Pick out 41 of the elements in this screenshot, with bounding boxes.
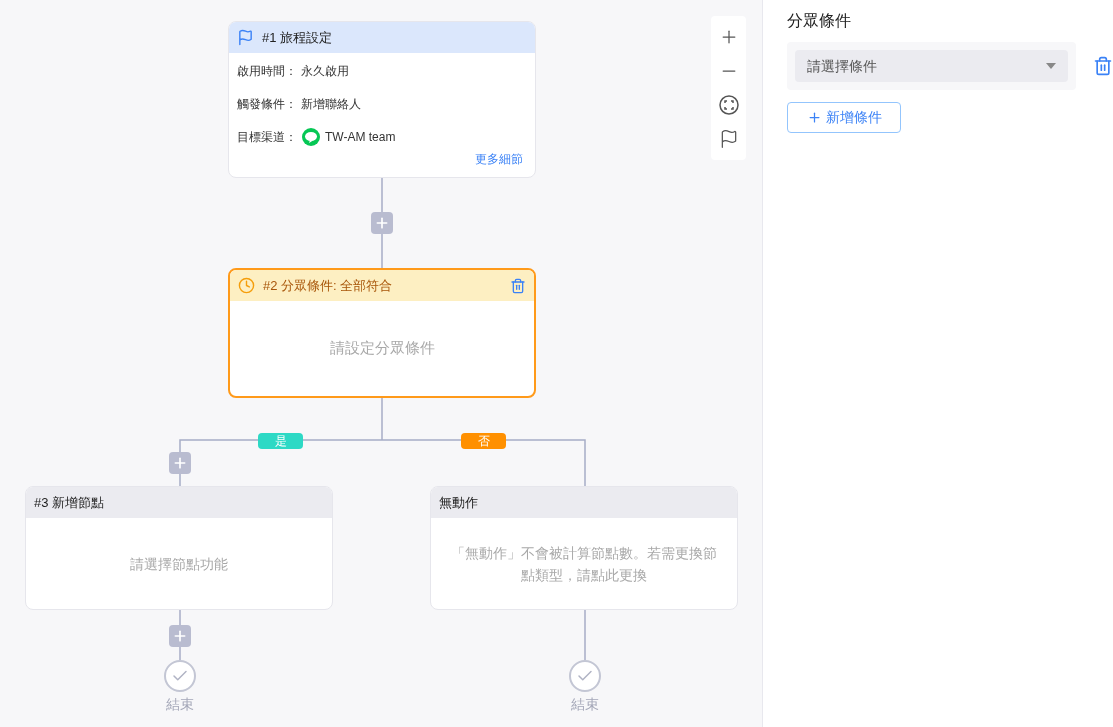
node-placeholder-text: 「無動作」不會被計算節點數。若需更換節點類型，請點此更換 — [451, 544, 717, 585]
node-placeholder-text: 請選擇節點功能 — [130, 555, 228, 574]
add-node-button[interactable] — [169, 452, 191, 474]
chat-bubble-logo-icon — [301, 126, 321, 147]
field-value: TW-AM team — [325, 128, 396, 146]
more-details-link[interactable]: 更多細節 — [475, 150, 523, 168]
field-value: 新增聯絡人 — [301, 95, 361, 113]
plus-icon — [806, 110, 822, 125]
node-title: 無動作 — [439, 493, 478, 512]
flow-node-card[interactable]: #3 新增節點 請選擇節點功能 — [25, 486, 333, 610]
node-placeholder-text: 請設定分眾條件 — [329, 337, 435, 358]
flow-node-card[interactable]: 無動作 「無動作」不會被計算節點數。若需更換節點類型，請點此更換 — [430, 486, 738, 610]
node-title: #3 新增節點 — [34, 493, 105, 512]
fit-view-icon[interactable] — [718, 95, 739, 115]
field-value: 永久啟用 — [301, 62, 349, 80]
plus-icon — [172, 455, 188, 471]
field-label: 目標渠道： — [237, 128, 297, 146]
add-condition-button[interactable]: 新增條件 — [787, 102, 901, 133]
flow-node-card[interactable]: #1 旅程設定 啟用時間： 永久啟用 觸發條件： 新增聯絡人 目標渠道： TW-AM team 更多細節 — [228, 21, 536, 178]
node-title: #1 旅程設定 — [262, 28, 333, 47]
flow-node-card[interactable]: #2 分眾條件: 全部符合 請設定分眾條件 — [228, 268, 536, 398]
plus-icon — [172, 628, 188, 644]
field-label: 啟用時間： — [237, 62, 297, 80]
node-title: #2 分眾條件: 全部符合 — [263, 276, 393, 295]
branch-label: 否 — [461, 433, 506, 449]
connector-line — [584, 609, 586, 661]
delete-icon[interactable] — [1093, 56, 1113, 76]
add-node-button[interactable] — [169, 625, 191, 647]
delete-icon[interactable] — [510, 277, 526, 294]
flag-icon — [237, 29, 254, 46]
clock-icon — [238, 277, 255, 294]
dropdown-caret-icon — [1046, 63, 1056, 69]
end-label: 結束 — [165, 695, 195, 714]
condition-select[interactable]: 請選擇條件 — [795, 50, 1068, 82]
field-label: 觸發條件： — [237, 95, 297, 113]
end-label: 結束 — [570, 695, 600, 714]
panel-title: 分眾條件 — [787, 11, 852, 31]
plus-icon — [374, 215, 390, 231]
add-node-button[interactable] — [371, 212, 393, 234]
end-check-icon — [164, 660, 196, 692]
branch-label: 是 — [258, 433, 303, 449]
